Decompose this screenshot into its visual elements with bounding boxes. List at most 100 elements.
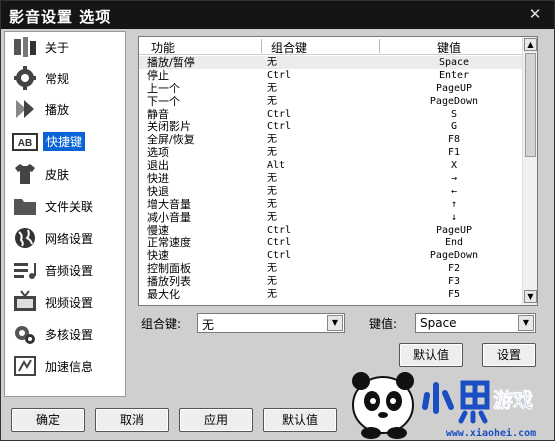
table-row[interactable]: 减小音量 无 ↓: [139, 211, 523, 224]
sidebar-item-shortcuts[interactable]: AB 快捷键: [5, 127, 125, 157]
cell-function: 播放列表: [147, 275, 191, 289]
table-row[interactable]: 静音 Ctrl S: [139, 108, 523, 121]
cell-combo: 无: [267, 263, 277, 275]
cell-function: 快进: [147, 172, 169, 186]
header-key[interactable]: 键值: [437, 39, 461, 56]
table-row[interactable]: 选项 无 F1: [139, 146, 523, 159]
cell-function: 快退: [147, 184, 169, 198]
table-row[interactable]: 退出 Alt X: [139, 159, 523, 172]
cell-key: →: [450, 173, 458, 185]
cell-key: Space: [438, 57, 470, 68]
combo-select[interactable]: 无 ▼: [197, 313, 345, 333]
cell-key: PageDown: [429, 250, 479, 262]
cell-combo: 无: [267, 198, 277, 210]
scroll-thumb[interactable]: [525, 53, 536, 157]
header-combo[interactable]: 组合键: [271, 39, 307, 56]
cell-key: Enter: [438, 69, 470, 81]
table-row[interactable]: 上一个 无 PageUP: [139, 82, 523, 95]
sidebar: 关于 常规 播放 AB 快捷键 皮肤 文件关联 网络设置 音频设置 视频设置 多…: [4, 31, 126, 397]
cell-function: 增大音量: [147, 197, 191, 211]
multicore-icon: [12, 322, 38, 346]
cell-key: F3: [447, 276, 461, 288]
cell-combo: Alt: [267, 160, 286, 172]
table-row[interactable]: 停止 Ctrl Enter: [139, 69, 523, 82]
cell-function: 减小音量: [147, 210, 191, 224]
sidebar-item-file-assoc[interactable]: 文件关联: [5, 191, 125, 221]
table-row[interactable]: 播放/暂停 无 Space: [139, 56, 523, 69]
ok-button[interactable]: 确定: [11, 408, 85, 432]
sidebar-item-multicore[interactable]: 多核设置: [5, 319, 125, 349]
cell-key: S: [450, 108, 458, 120]
keyboard-ab-icon: AB: [12, 130, 38, 154]
cell-function: 上一个: [147, 81, 180, 95]
cell-key: F1: [447, 147, 461, 159]
title-bar: 影音设置 选项 ✕: [1, 1, 554, 29]
table-row[interactable]: 快速 Ctrl PageDown: [139, 249, 523, 262]
sidebar-item-label: 皮肤: [45, 168, 70, 182]
sidebar-item-network[interactable]: 网络设置: [5, 223, 125, 253]
table-row[interactable]: 快进 无 →: [139, 172, 523, 185]
sidebar-item-label: 快捷键: [43, 132, 86, 151]
header-divider: [379, 39, 380, 53]
cell-function: 全屏/恢复: [147, 133, 195, 147]
footer-default-button[interactable]: 默认值: [263, 408, 337, 432]
table-row[interactable]: 快退 无 ←: [139, 185, 523, 198]
table-row[interactable]: 增大音量 无 ↑: [139, 198, 523, 211]
sidebar-item-skin[interactable]: 皮肤: [5, 159, 125, 189]
cell-function: 关闭影片: [147, 120, 191, 134]
chevron-down-icon[interactable]: ▼: [327, 315, 343, 331]
sidebar-item-label: 多核设置: [45, 328, 94, 342]
table-row[interactable]: 控制面板 无 F2: [139, 262, 523, 275]
cell-combo: 无: [267, 147, 277, 159]
cell-key: G: [450, 121, 458, 133]
sidebar-item-video[interactable]: 视频设置: [5, 287, 125, 317]
vertical-scrollbar[interactable]: ▲ ▼: [522, 37, 537, 305]
cell-combo: 无: [267, 211, 277, 223]
cell-combo: 无: [267, 57, 277, 68]
table-row[interactable]: 下一个 无 PageDown: [139, 95, 523, 108]
sidebar-item-playback[interactable]: 播放: [5, 94, 125, 124]
sidebar-item-general[interactable]: 常规: [5, 63, 125, 93]
scroll-down-icon[interactable]: ▼: [524, 290, 537, 303]
table-row[interactable]: 全屏/恢复 无 F8: [139, 133, 523, 146]
header-divider: [261, 39, 262, 53]
cell-key: PageUP: [435, 82, 473, 94]
settings-dialog: 影音设置 选项 ✕ 关于 常规 播放 AB 快捷键 皮肤 文件关联 网络设置 音…: [0, 0, 555, 441]
key-value: Space: [420, 316, 457, 330]
cell-function: 选项: [147, 146, 169, 160]
cell-combo: 无: [267, 82, 277, 94]
sidebar-item-about[interactable]: 关于: [5, 32, 125, 62]
cell-key: F5: [447, 289, 461, 301]
table-row[interactable]: 慢速 Ctrl PageUP: [139, 224, 523, 237]
table-row[interactable]: 关闭影片 Ctrl G: [139, 120, 523, 133]
sidebar-item-audio[interactable]: 音频设置: [5, 255, 125, 285]
svg-text:www.xiaohei.com: www.xiaohei.com: [446, 427, 536, 439]
cell-combo: Ctrl: [267, 224, 292, 236]
cell-function: 停止: [147, 68, 169, 82]
cancel-button[interactable]: 取消: [95, 408, 169, 432]
sidebar-item-accelerate[interactable]: 加速信息: [5, 351, 125, 381]
key-select[interactable]: Space ▼: [415, 313, 536, 333]
shirt-icon: [12, 162, 38, 186]
table-row[interactable]: 正常速度 Ctrl End: [139, 236, 523, 249]
header-function[interactable]: 功能: [151, 39, 175, 56]
key-label: 键值:: [369, 317, 398, 331]
sidebar-item-label: 播放: [45, 103, 70, 117]
table-row[interactable]: 播放列表 无 F3: [139, 275, 523, 288]
apply-button[interactable]: 应用: [179, 408, 253, 432]
sidebar-item-label: 音频设置: [45, 264, 94, 278]
cell-key: ↓: [450, 211, 458, 223]
globe-icon: [12, 226, 38, 250]
close-button[interactable]: ✕: [526, 5, 544, 23]
shortcut-list[interactable]: 功能 组合键 键值 播放/暂停无 Space 停止 Ctrl Enter 上一个无 Page…: [138, 36, 538, 306]
combo-label: 组合键:: [141, 317, 182, 331]
cell-combo: 无: [267, 185, 277, 197]
sidebar-item-label: 文件关联: [45, 200, 94, 214]
scroll-up-icon[interactable]: ▲: [524, 38, 537, 51]
cell-key: F2: [447, 263, 461, 275]
svg-text:游戏: 游戏: [493, 388, 533, 412]
table-row[interactable]: 最大化 无 F5: [139, 288, 523, 301]
cell-function: 控制面板: [147, 262, 191, 276]
shortcut-panel: 功能 组合键 键值 播放/暂停无 Space 停止 Ctrl Enter 上一个无 Page…: [129, 31, 553, 397]
chevron-down-icon[interactable]: ▼: [518, 315, 534, 331]
